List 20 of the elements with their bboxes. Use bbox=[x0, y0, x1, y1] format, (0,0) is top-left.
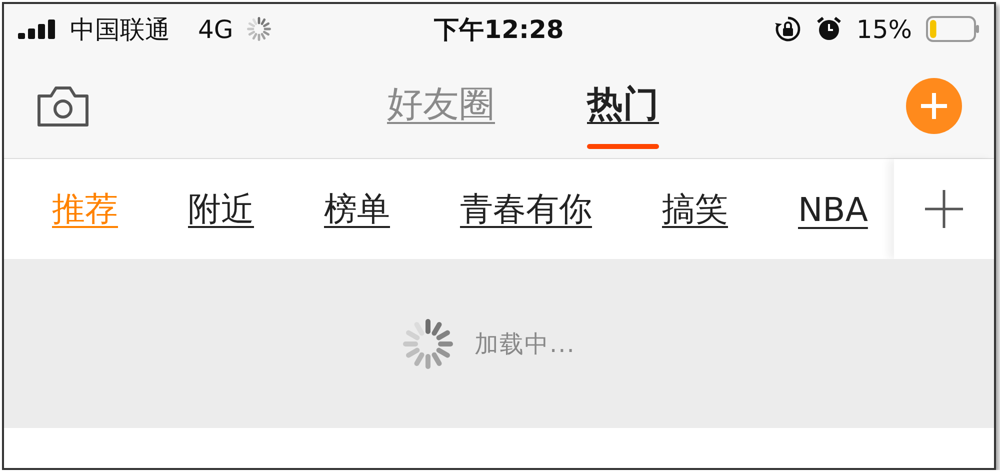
network-type: 4G bbox=[198, 14, 234, 44]
plus-icon bbox=[919, 91, 949, 121]
channel-tab[interactable]: 搞笑 bbox=[662, 186, 728, 232]
alarm-icon bbox=[816, 16, 842, 42]
camera-icon[interactable] bbox=[36, 84, 90, 128]
battery-icon bbox=[926, 16, 980, 42]
channel-tab[interactable]: 青春有你 bbox=[460, 186, 592, 232]
activity-icon bbox=[247, 17, 272, 41]
loading-text: 加载中... bbox=[474, 328, 576, 360]
battery-percent: 15% bbox=[856, 14, 912, 44]
nav-tab[interactable]: 热门 bbox=[587, 63, 659, 149]
plus-icon bbox=[924, 189, 964, 229]
signal-icon bbox=[18, 19, 56, 39]
channel-tab[interactable]: 榜单 bbox=[324, 186, 390, 232]
channel-tab[interactable]: NBA bbox=[798, 190, 868, 228]
rotation-lock-icon bbox=[774, 15, 802, 43]
clock-time: 下午12:28 bbox=[434, 14, 564, 46]
loading-spinner-icon bbox=[402, 318, 453, 368]
channel-tab[interactable]: 附近 bbox=[188, 186, 254, 232]
carrier-name: 中国联通 bbox=[70, 14, 170, 46]
